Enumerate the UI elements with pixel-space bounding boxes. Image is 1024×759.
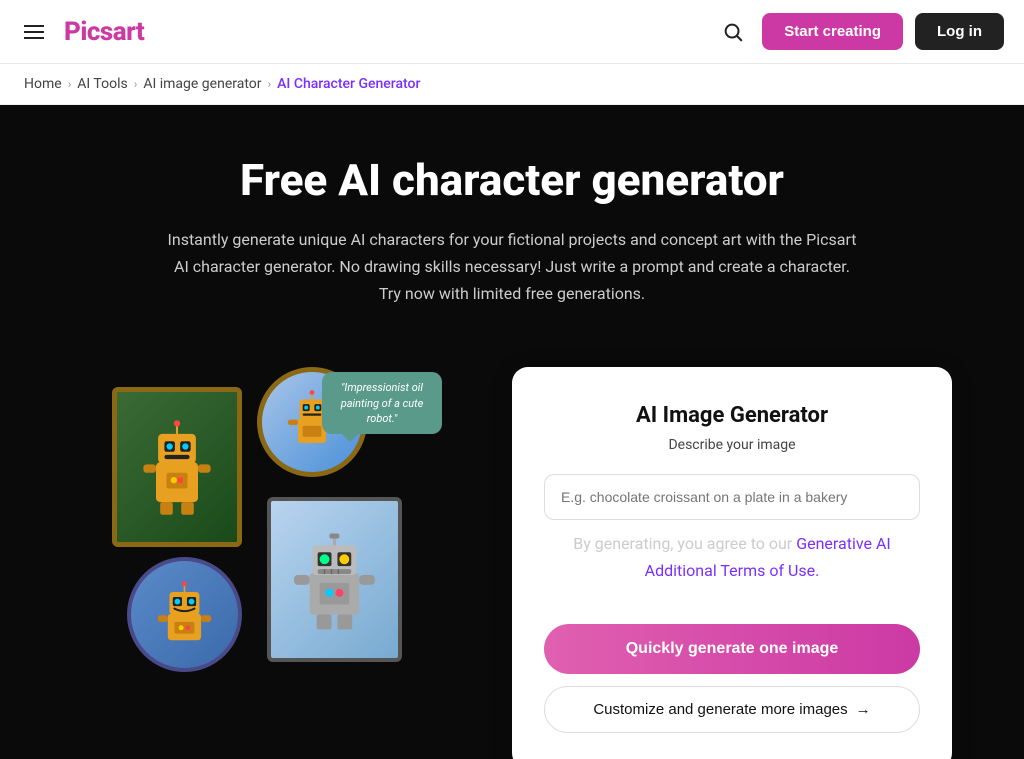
- robot-illustration-3: [290, 525, 379, 635]
- breadcrumb-ai-tools[interactable]: AI Tools: [77, 76, 127, 92]
- hero-bottom: "Impressionist oil painting of a cute ro…: [20, 347, 1004, 759]
- illustration-area: "Impressionist oil painting of a cute ro…: [72, 367, 472, 677]
- logo[interactable]: Picsart: [64, 17, 144, 47]
- customize-arrow-icon: →: [856, 701, 871, 718]
- breadcrumb-separator-2: ›: [134, 77, 138, 91]
- robot-frame-4: [127, 557, 242, 672]
- hero-description: Instantly generate unique AI characters …: [162, 226, 862, 308]
- terms-text: By generating, you agree to our Generati…: [544, 530, 920, 584]
- search-icon: [722, 21, 744, 43]
- breadcrumb-home[interactable]: Home: [24, 76, 62, 92]
- robot-frame-3: [267, 497, 402, 662]
- card-title: AI Image Generator: [544, 403, 920, 428]
- breadcrumb-current: AI Character Generator: [277, 76, 420, 92]
- breadcrumb-separator-1: ›: [68, 77, 72, 91]
- customize-button[interactable]: Customize and generate more images →: [544, 686, 920, 733]
- header: Picsart Start creating Log in: [0, 0, 1024, 64]
- generate-button[interactable]: Quickly generate one image: [544, 624, 920, 674]
- customize-label: Customize and generate more images: [593, 701, 847, 718]
- login-button[interactable]: Log in: [915, 13, 1004, 50]
- robot-illustration-1: [135, 415, 219, 520]
- hamburger-menu[interactable]: [20, 21, 48, 43]
- hero-title: Free AI character generator: [20, 155, 1004, 206]
- search-button[interactable]: [716, 15, 750, 49]
- breadcrumb-separator-3: ›: [268, 77, 272, 91]
- header-right: Start creating Log in: [716, 13, 1004, 50]
- card-subtitle: Describe your image: [544, 434, 920, 458]
- header-left: Picsart: [20, 17, 144, 47]
- prompt-input[interactable]: [544, 474, 920, 520]
- robot-illustration-4: [147, 577, 222, 652]
- speech-bubble: "Impressionist oil painting of a cute ro…: [322, 372, 442, 434]
- robot-frame-1: [112, 387, 242, 547]
- hero-section: Free AI character generator Instantly ge…: [0, 105, 1024, 759]
- breadcrumb: Home › AI Tools › AI image generator › A…: [0, 64, 1024, 105]
- generator-card: AI Image Generator Describe your image B…: [512, 367, 952, 759]
- breadcrumb-image-generator[interactable]: AI image generator: [143, 76, 261, 92]
- start-creating-button[interactable]: Start creating: [762, 13, 903, 50]
